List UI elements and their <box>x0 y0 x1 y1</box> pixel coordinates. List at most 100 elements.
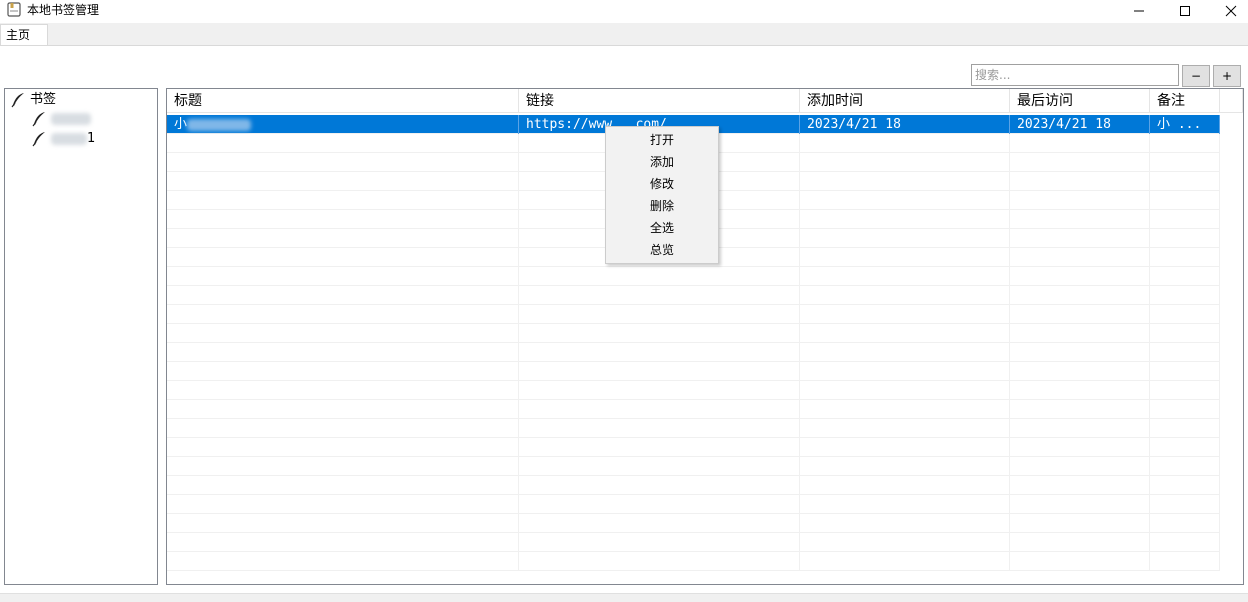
menu-item-select-all[interactable]: 全选 <box>607 217 717 239</box>
empty-cell <box>800 438 1010 457</box>
empty-cell <box>1010 172 1150 191</box>
empty-cell <box>167 210 519 229</box>
tree-node-child[interactable] <box>31 110 141 128</box>
table-row-empty <box>167 495 1220 514</box>
empty-cell <box>1150 419 1220 438</box>
empty-cell <box>1150 134 1220 153</box>
empty-cell <box>800 362 1010 381</box>
empty-cell <box>519 305 800 324</box>
empty-cell <box>167 286 519 305</box>
table-row-empty <box>167 476 1220 495</box>
tree-node-root[interactable]: 书签 <box>10 91 130 109</box>
empty-cell <box>800 191 1010 210</box>
notebook-icon <box>7 2 21 17</box>
tree-node-label <box>51 110 91 128</box>
maximize-button[interactable] <box>1162 0 1208 22</box>
column-header-link[interactable]: 链接 <box>519 89 800 113</box>
tab-home[interactable]: 主页 <box>0 24 48 45</box>
empty-cell <box>1150 343 1220 362</box>
empty-cell <box>1010 476 1150 495</box>
title-bar: 本地书签管理 <box>0 0 1248 22</box>
empty-cell <box>1010 191 1150 210</box>
add-button[interactable]: + <box>1213 65 1241 87</box>
column-header-visited[interactable]: 最后访问 <box>1010 89 1150 113</box>
minimize-button[interactable] <box>1116 0 1162 22</box>
empty-cell <box>167 533 519 552</box>
minimize-icon <box>1134 10 1144 12</box>
empty-cell <box>167 134 519 153</box>
menu-item-delete[interactable]: 删除 <box>607 195 717 217</box>
empty-cell <box>1010 305 1150 324</box>
empty-cell <box>800 172 1010 191</box>
search-input[interactable] <box>971 64 1179 86</box>
tree-node-child[interactable]: 1 <box>31 130 141 148</box>
empty-cell <box>167 343 519 362</box>
empty-cell <box>519 438 800 457</box>
quill-icon <box>32 112 45 127</box>
table-row-empty <box>167 533 1220 552</box>
empty-cell <box>167 495 519 514</box>
empty-cell <box>167 457 519 476</box>
column-header-title[interactable]: 标题 <box>167 89 519 113</box>
empty-cell <box>1150 191 1220 210</box>
empty-cell <box>800 305 1010 324</box>
empty-cell <box>800 286 1010 305</box>
empty-cell <box>1150 248 1220 267</box>
close-button[interactable] <box>1208 0 1248 22</box>
empty-cell <box>800 552 1010 571</box>
empty-cell <box>800 248 1010 267</box>
column-header-filler <box>1220 89 1243 113</box>
remove-button[interactable]: − <box>1182 65 1210 87</box>
empty-cell <box>1150 172 1220 191</box>
empty-cell <box>519 419 800 438</box>
empty-cell <box>800 495 1010 514</box>
table-row-empty <box>167 267 1220 286</box>
empty-cell <box>800 476 1010 495</box>
context-menu: 打开 添加 修改 删除 全选 总览 <box>605 126 719 264</box>
grid-header: 标题 链接 添加时间 最后访问 备注 <box>167 89 1243 113</box>
empty-cell <box>800 324 1010 343</box>
tree-node-label: 1 <box>51 130 95 148</box>
empty-cell <box>167 552 519 571</box>
table-row-empty <box>167 514 1220 533</box>
empty-cell <box>1150 438 1220 457</box>
empty-cell <box>800 381 1010 400</box>
table-row-empty <box>167 305 1220 324</box>
column-header-note[interactable]: 备注 <box>1150 89 1220 113</box>
empty-cell <box>167 305 519 324</box>
cell-added: 2023/4/21 18 <box>800 115 1010 134</box>
menu-item-open[interactable]: 打开 <box>607 129 717 151</box>
empty-cell <box>1150 229 1220 248</box>
empty-cell <box>1010 210 1150 229</box>
menu-item-overview[interactable]: 总览 <box>607 239 717 261</box>
close-icon <box>1225 5 1237 17</box>
empty-cell <box>1010 324 1150 343</box>
empty-cell <box>800 419 1010 438</box>
empty-cell <box>167 153 519 172</box>
obscured-text <box>51 112 91 125</box>
menu-item-add[interactable]: 添加 <box>607 151 717 173</box>
empty-cell <box>167 324 519 343</box>
empty-cell <box>800 533 1010 552</box>
empty-cell <box>519 286 800 305</box>
empty-cell <box>800 210 1010 229</box>
empty-cell <box>519 381 800 400</box>
empty-cell <box>1150 267 1220 286</box>
cell-title-text: 小 <box>174 117 188 132</box>
table-row-empty <box>167 324 1220 343</box>
empty-cell <box>1010 400 1150 419</box>
column-header-added[interactable]: 添加时间 <box>800 89 1010 113</box>
empty-cell <box>800 343 1010 362</box>
cell-visited: 2023/4/21 18 <box>1010 115 1150 134</box>
table-row-empty <box>167 438 1220 457</box>
empty-cell <box>167 191 519 210</box>
empty-cell <box>167 172 519 191</box>
empty-cell <box>167 400 519 419</box>
empty-cell <box>1010 438 1150 457</box>
empty-cell <box>519 343 800 362</box>
empty-cell <box>1150 153 1220 172</box>
empty-cell <box>1150 305 1220 324</box>
empty-cell <box>1010 381 1150 400</box>
menu-item-edit[interactable]: 修改 <box>607 173 717 195</box>
empty-cell <box>1150 324 1220 343</box>
